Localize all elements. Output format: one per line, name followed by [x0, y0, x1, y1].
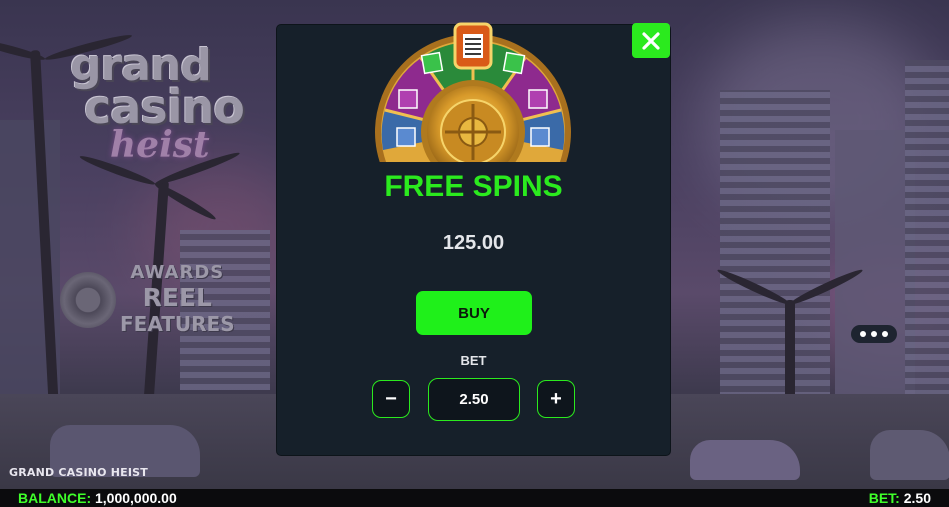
dot-icon — [882, 331, 888, 337]
awards-line-2: REEL — [142, 283, 212, 312]
bet-label: BET — [460, 353, 487, 368]
bet-input[interactable] — [428, 378, 520, 421]
footer-bet-label: BET: — [868, 490, 900, 506]
balance-value: 1,000,000.00 — [95, 490, 177, 506]
close-button[interactable] — [632, 23, 670, 58]
awards-line-3: FEATURES — [120, 312, 235, 336]
vault-icon — [60, 272, 116, 328]
awards-line-1: AWARDS — [130, 262, 225, 283]
modal-title: FREE SPINS — [384, 170, 563, 203]
increase-bet-button[interactable]: + — [537, 380, 575, 418]
logo-line-2: casino — [84, 80, 245, 135]
buy-button[interactable]: BUY — [416, 291, 532, 335]
decrease-bet-button[interactable]: − — [372, 380, 410, 418]
close-icon — [642, 31, 660, 50]
status-bar: BALANCE: 1,000,000.00 BET: 2.50 — [0, 489, 949, 507]
game-title-label: GRAND CASINO HEIST — [9, 466, 149, 479]
dot-icon — [871, 331, 877, 337]
bonus-wheel-icon — [375, 10, 571, 162]
feature-price: 125.00 — [442, 232, 505, 254]
balance-label: BALANCE: — [18, 490, 92, 506]
more-menu-button[interactable] — [851, 325, 897, 343]
game-logo: grand casino heist — [70, 43, 245, 163]
dot-icon — [860, 331, 866, 337]
awards-reel-features-text: AWARDS REEL FEATURES — [120, 262, 235, 336]
balance-display: BALANCE: 1,000,000.00 — [18, 490, 177, 506]
bet-display: BET: 2.50 — [869, 490, 931, 506]
footer-bet-value: 2.50 — [903, 490, 931, 506]
